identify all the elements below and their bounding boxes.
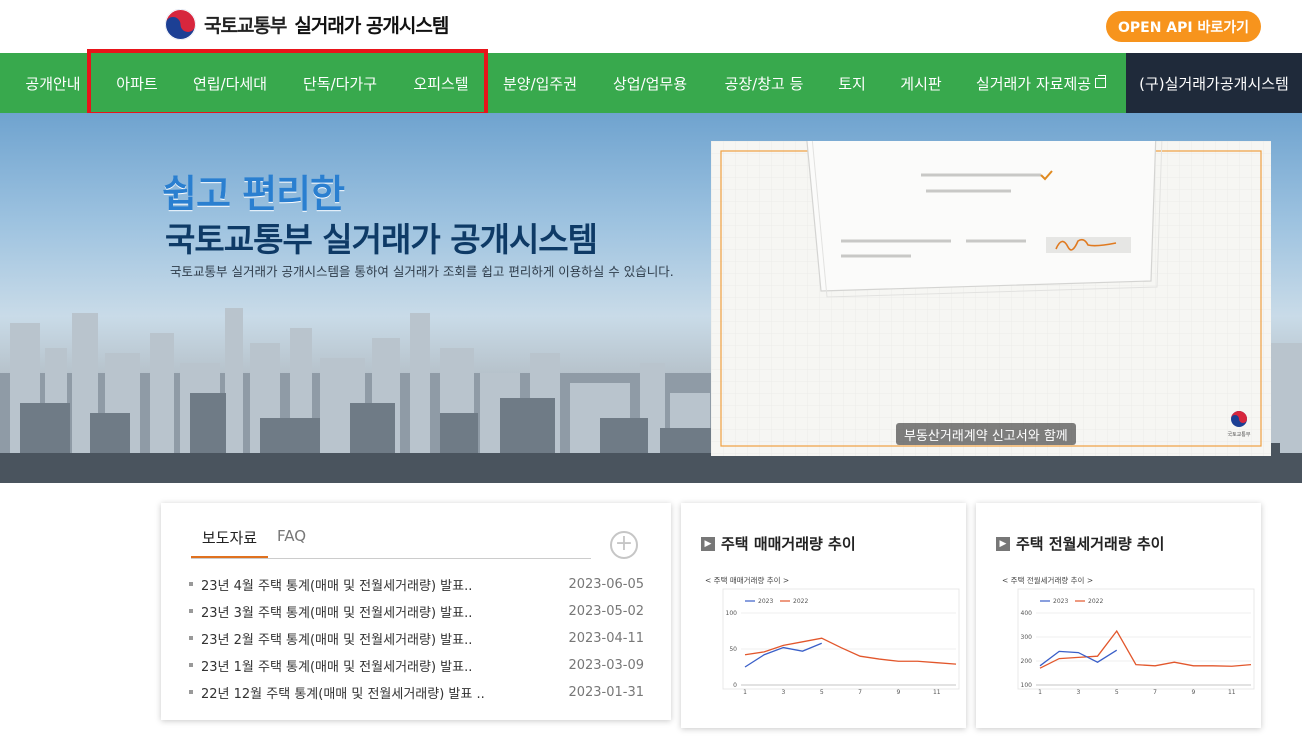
sale-volume-card[interactable]: ▶ 주택 매매거래량 추이 < 주택 매매거래량 추이 > 2023 2022 0 5… — [681, 503, 966, 728]
bullet-icon — [189, 663, 193, 667]
y-tick-label: 400 — [1021, 610, 1033, 617]
y-tick-label: 300 — [1021, 634, 1033, 641]
tab-faq[interactable]: FAQ — [277, 527, 306, 545]
x-tick-label: 7 — [858, 689, 862, 696]
video-frame-image: 국토교통부 — [711, 141, 1271, 456]
sale-volume-chart: < 주택 매매거래량 추이 > 2023 2022 0 50 100 1 3 5 7 9 11 — [705, 575, 960, 696]
main-nav: 공개안내 아파트 연립/다세대 단독/다가구 오피스텔 분양/입주권 상업/업무… — [0, 53, 1302, 113]
y-tick-label: 0 — [733, 682, 737, 689]
rent-chart-heading-text: 주택 전월세거래량 추이 — [1016, 535, 1165, 553]
news-date: 2023-04-11 — [568, 630, 644, 646]
x-tick-label: 3 — [781, 689, 785, 696]
ministry-name: 국토교통부 — [204, 14, 287, 37]
nav-item-land[interactable]: 토지 — [826, 53, 878, 113]
series-line-2023 — [744, 642, 822, 668]
nav-item-presale[interactable]: 분양/입주권 — [490, 53, 590, 113]
news-date: 2023-06-05 — [568, 576, 644, 592]
news-title: 23년 3월 주택 통계(매매 및 전월세거래량) 발표.. — [201, 605, 473, 621]
sale-chart-heading-text: 주택 매매거래량 추이 — [721, 535, 856, 553]
news-item[interactable]: 23년 3월 주택 통계(매매 및 전월세거래량) 발표.. 2023-05-0… — [189, 601, 644, 621]
x-tick-label: 5 — [820, 689, 824, 696]
x-tick-label: 9 — [1192, 689, 1196, 696]
tab-press-release[interactable]: 보도자료 — [191, 527, 268, 559]
news-title: 23년 1월 주택 통계(매매 및 전월세거래량) 발표.. — [201, 659, 473, 675]
old-system-link[interactable]: (구)실거래가공개시스템 — [1126, 53, 1302, 113]
hero-subtitle: 국토교통부 실거래가 공개시스템을 통하여 실거래가 조회를 쉽고 편리하게 이… — [170, 264, 674, 279]
y-tick-label: 100 — [726, 610, 738, 617]
nav-item-data-provision[interactable]: 실거래가 자료제공 — [966, 53, 1116, 113]
hero-title-line2: 국토교통부 실거래가 공개시스템 — [165, 220, 598, 259]
x-tick-label: 7 — [1153, 689, 1157, 696]
legend-label: 2022 — [793, 598, 808, 605]
external-link-icon — [1095, 75, 1107, 88]
site-logo[interactable]: 국토교통부 실거래가 공개시스템 — [165, 8, 449, 40]
legend-label: 2023 — [758, 598, 773, 605]
chevron-right-icon: ▶ — [996, 536, 1010, 551]
news-item[interactable]: 23년 2월 주택 통계(매매 및 전월세거래량) 발표.. 2023-04-1… — [189, 628, 644, 648]
rent-volume-card[interactable]: ▶ 주택 전월세거래량 추이 < 주택 전월세거래량 추이 > 2023 2022… — [976, 503, 1261, 728]
news-title: 22년 12월 주택 통계(매매 및 전월세거래량) 발표 .. — [201, 686, 485, 702]
bullet-icon — [189, 609, 193, 613]
taegeuk-emblem-icon — [165, 8, 196, 40]
rent-volume-chart: < 주택 전월세거래량 추이 > 2023 2022 100 200 300 400 1 3 5… — [1002, 575, 1255, 696]
y-tick-label: 100 — [1021, 682, 1033, 689]
open-api-button[interactable]: OPEN API 바로가기 — [1106, 11, 1261, 42]
bullet-icon — [189, 582, 193, 586]
series-line-2022 — [1039, 629, 1252, 669]
top-bar: 국토교통부 실거래가 공개시스템 OPEN API 바로가기 — [0, 0, 1302, 53]
news-title: 23년 2월 주택 통계(매매 및 전월세거래량) 발표.. — [201, 632, 473, 648]
hero-title-line1: 쉽고 편리한 — [162, 172, 345, 216]
nav-item-commercial[interactable]: 상업/업무용 — [600, 53, 700, 113]
nav-item-board[interactable]: 게시판 — [888, 53, 954, 113]
news-title: 23년 4월 주택 통계(매매 및 전월세거래량) 발표.. — [201, 578, 473, 594]
series-line-2022 — [744, 637, 957, 665]
news-date: 2023-05-02 — [568, 603, 644, 619]
video-caption: 부동산거래계약 신고서와 함께 — [896, 423, 1076, 445]
chevron-right-icon: ▶ — [701, 536, 715, 551]
chart-title: < 주택 매매거래량 추이 > — [705, 575, 789, 585]
nav-item-info[interactable]: 공개안내 — [10, 53, 96, 113]
video-logo-text: 국토교통부 — [1227, 432, 1250, 438]
promo-video[interactable]: 국토교통부 부동산거래계약 신고서와 함께 — [711, 141, 1271, 456]
news-item[interactable]: 23년 4월 주택 통계(매매 및 전월세거래량) 발표.. 2023-06-0… — [189, 574, 644, 594]
system-name: 실거래가 공개시스템 — [294, 14, 449, 37]
nav-item-apartment[interactable]: 아파트 — [104, 53, 170, 113]
news-date: 2023-03-09 — [568, 657, 644, 673]
x-tick-label: 1 — [1038, 689, 1042, 696]
x-tick-label: 1 — [743, 689, 747, 696]
nav-item-officetel[interactable]: 오피스텔 — [400, 53, 482, 113]
bullet-icon — [189, 636, 193, 640]
rent-chart-heading: ▶ 주택 전월세거래량 추이 — [996, 533, 1164, 554]
hero-banner: 쉽고 편리한 국토교통부 실거래가 공개시스템 국토교통부 실거래가 공개시스템… — [0, 113, 1302, 483]
bullet-icon — [189, 690, 193, 694]
news-date: 2023-01-31 — [568, 684, 644, 700]
legend-label: 2022 — [1088, 598, 1103, 605]
y-tick-label: 50 — [729, 646, 737, 653]
x-tick-label: 5 — [1115, 689, 1119, 696]
legend-label: 2023 — [1053, 598, 1068, 605]
nav-item-factory[interactable]: 공장/창고 등 — [712, 53, 816, 113]
nav-item-detached-house[interactable]: 단독/다가구 — [290, 53, 390, 113]
tab-divider — [191, 558, 591, 559]
nav-item-row-house[interactable]: 연립/다세대 — [180, 53, 280, 113]
x-tick-label: 3 — [1076, 689, 1080, 696]
chart-title: < 주택 전월세거래량 추이 > — [1002, 575, 1093, 585]
more-plus-icon[interactable]: + — [610, 531, 638, 559]
x-tick-label: 11 — [933, 689, 941, 696]
nav-item-data-provision-label: 실거래가 자료제공 — [975, 74, 1092, 93]
sale-chart-heading: ▶ 주택 매매거래량 추이 — [701, 533, 856, 554]
news-item[interactable]: 22년 12월 주택 통계(매매 및 전월세거래량) 발표 .. 2023-01… — [189, 682, 644, 702]
news-panel: 보도자료 FAQ + 23년 4월 주택 통계(매매 및 전월세거래량) 발표.… — [161, 503, 671, 720]
x-tick-label: 9 — [897, 689, 901, 696]
y-tick-label: 200 — [1021, 658, 1033, 665]
news-item[interactable]: 23년 1월 주택 통계(매매 및 전월세거래량) 발표.. 2023-03-0… — [189, 655, 644, 675]
x-tick-label: 11 — [1228, 689, 1236, 696]
